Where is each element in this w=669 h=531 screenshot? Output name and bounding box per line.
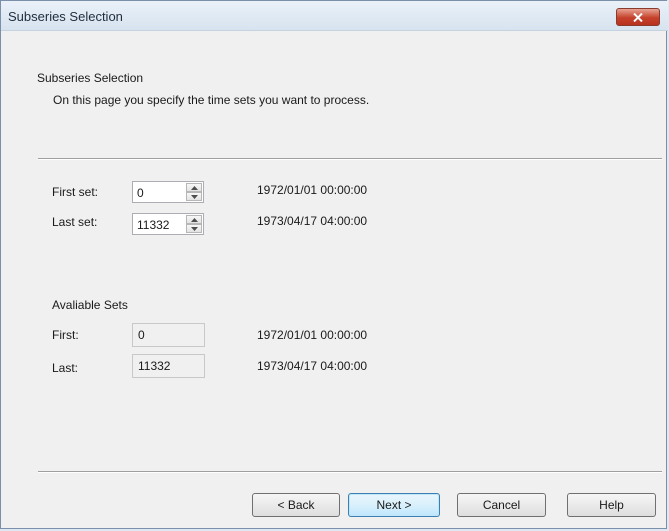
dialog-window: Subseries Selection Subseries Selection … <box>0 0 668 529</box>
page-header-title: Subseries Selection <box>37 71 144 85</box>
available-last-time: 1973/04/17 04:00:00 <box>257 359 368 373</box>
available-last-value: 11332 <box>138 359 171 373</box>
first-set-label: First set: <box>52 185 99 199</box>
chevron-down-icon <box>190 226 198 231</box>
available-first-field: 0 <box>132 323 205 347</box>
last-set-decrement-button[interactable] <box>186 224 202 233</box>
close-button[interactable] <box>616 8 660 26</box>
first-set-decrement-button[interactable] <box>186 192 202 201</box>
last-set-increment-button[interactable] <box>186 215 202 224</box>
first-set-time: 1972/01/01 00:00:00 <box>257 183 368 197</box>
available-first-value: 0 <box>138 328 145 342</box>
first-set-stepper-buttons <box>186 183 202 201</box>
last-set-stepper-buttons <box>186 215 202 233</box>
help-button[interactable]: Help <box>567 493 656 517</box>
available-sets-heading: Avaliable Sets <box>52 298 128 312</box>
cancel-button[interactable]: Cancel <box>457 493 546 517</box>
chevron-down-icon <box>190 194 198 199</box>
page-header-subtitle: On this page you specify the time sets y… <box>53 93 370 107</box>
last-set-stepper[interactable]: 11332 <box>132 213 204 235</box>
last-set-value[interactable]: 11332 <box>137 218 169 232</box>
first-set-stepper[interactable]: 0 <box>132 181 204 203</box>
available-first-label: First: <box>52 328 79 342</box>
chevron-up-icon <box>190 185 198 190</box>
first-set-value[interactable]: 0 <box>137 186 144 200</box>
header-separator <box>38 158 662 160</box>
next-button[interactable]: Next > <box>348 493 440 517</box>
footer-separator <box>38 471 662 473</box>
first-set-increment-button[interactable] <box>186 183 202 192</box>
back-button[interactable]: < Back <box>252 493 340 517</box>
available-last-field: 11332 <box>132 354 205 378</box>
last-set-label: Last set: <box>52 215 98 229</box>
chevron-up-icon <box>190 217 198 222</box>
available-first-time: 1972/01/01 00:00:00 <box>257 328 368 342</box>
close-icon <box>633 12 643 22</box>
window-title: Subseries Selection <box>8 9 123 24</box>
last-set-time: 1973/04/17 04:00:00 <box>257 214 368 228</box>
title-bar[interactable]: Subseries Selection <box>1 1 668 31</box>
available-last-label: Last: <box>52 361 79 375</box>
